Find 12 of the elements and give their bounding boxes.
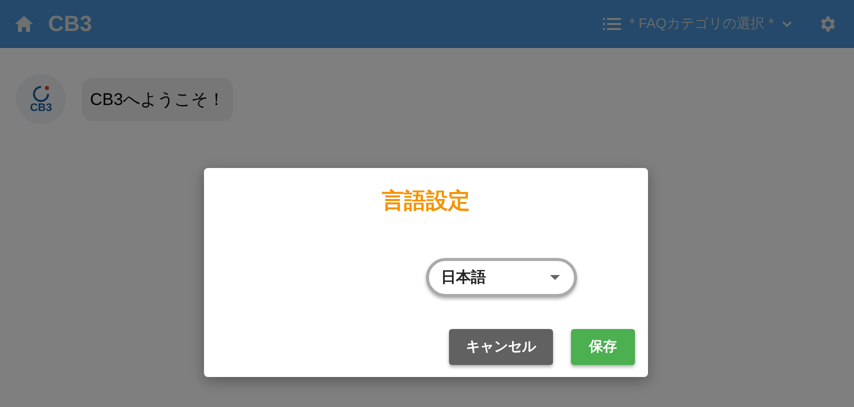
chat-bubble: CB3へようこそ！ <box>82 78 234 120</box>
settings-icon[interactable] <box>818 14 838 34</box>
refresh-icon <box>32 84 50 102</box>
language-select[interactable]: 日本語 <box>426 258 577 297</box>
avatar-label: CB3 <box>30 102 52 114</box>
cancel-button[interactable]: キャンセル <box>449 329 553 365</box>
chevron-down-icon <box>782 20 792 28</box>
dialog-title: 言語設定 <box>382 187 470 215</box>
app-title: CB3 <box>48 11 92 37</box>
home-icon[interactable] <box>14 15 34 33</box>
dropdown-arrow-icon <box>550 275 560 280</box>
list-icon <box>603 17 622 31</box>
